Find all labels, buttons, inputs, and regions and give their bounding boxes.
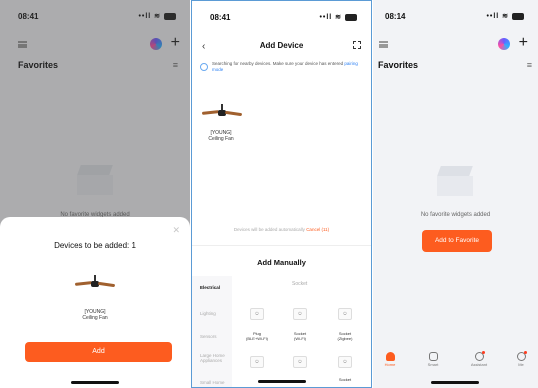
auto-add-text: Devices will be added automatically — [233, 227, 305, 232]
home-indicator — [431, 381, 479, 384]
search-text: Searching for nearby devices. Make sure … — [212, 61, 344, 66]
category-sensors[interactable]: Sensors — [200, 334, 217, 339]
auto-add-note: Devices will be added automatically Canc… — [192, 227, 371, 232]
category-large-home-appliances[interactable]: Large Home Appliances — [200, 353, 230, 363]
socket-label-line2: (Zigbee) — [337, 336, 353, 341]
tab-smart[interactable]: Smart — [418, 352, 448, 367]
tab-label: Smart — [427, 362, 439, 367]
status-icons: ••ll ≋ — [486, 12, 524, 20]
socket-wifi-label[interactable]: Socket (Wi-Fi) — [285, 331, 315, 341]
category-small-home[interactable]: Small Home — [200, 380, 225, 385]
tab-label: Assistant — [470, 362, 488, 367]
close-icon[interactable]: ✕ — [172, 225, 180, 236]
tab-me[interactable]: Me — [506, 351, 536, 367]
socket-device-icon[interactable]: ⏻ — [250, 356, 264, 368]
page-title: Add Device — [259, 41, 304, 50]
search-status-text: Searching for nearby devices. Make sure … — [212, 61, 363, 73]
device-name-line2: Ceiling Fan — [82, 315, 108, 321]
favorites-edit-icon[interactable]: ≡ — [527, 60, 532, 70]
home-indicator — [258, 380, 306, 383]
home-icon — [385, 352, 395, 361]
notification-dot — [524, 351, 527, 354]
signal-wifi-icon: ••ll ≋ — [486, 13, 510, 20]
status-time: 08:14 — [385, 12, 406, 21]
category-electrical[interactable]: Electrical — [200, 285, 220, 290]
cancel-countdown-link[interactable]: Cancel (11) — [306, 227, 329, 232]
notification-dot — [482, 351, 485, 354]
socket-device-icon[interactable]: ⏻ — [338, 356, 352, 368]
socket-label[interactable]: Socket — [330, 377, 360, 382]
socket-device-icon[interactable]: ⏻ — [338, 308, 352, 320]
add-to-favorite-button[interactable]: Add to Favorite — [422, 230, 492, 252]
found-device-line2: Ceiling Fan — [208, 136, 234, 142]
tab-socket[interactable]: Socket — [292, 281, 307, 287]
status-bar: 08:14 ••ll ≋ — [373, 12, 538, 26]
found-device-card[interactable]: [YOUNG] Ceiling Fan — [200, 96, 243, 146]
home-indicator — [71, 381, 119, 384]
add-plus-icon[interactable]: + — [519, 34, 528, 52]
category-sidebar: Electrical Lighting Sensors Large Home A… — [192, 276, 232, 387]
scan-qr-icon[interactable] — [353, 41, 361, 49]
assistant-orb-icon[interactable] — [498, 38, 510, 50]
category-lighting[interactable]: Lighting — [200, 311, 216, 316]
socket-device-icon[interactable]: ⏻ — [293, 356, 307, 368]
device-name: [YOUNG] Ceiling Fan — [65, 309, 125, 321]
tab-label: Me — [518, 362, 524, 367]
screen-add-device: 08:41 ••ll ≋ ‹ Add Device Searching for … — [191, 0, 372, 388]
radar-search-icon — [200, 63, 208, 71]
signal-wifi-icon: ••ll ≋ — [319, 14, 343, 21]
tab-assistant[interactable]: Assistant — [464, 351, 494, 367]
home-menu-icon[interactable] — [379, 41, 388, 48]
empty-favorites-text: No favorite widgets added — [420, 212, 491, 218]
tab-label: Home — [384, 362, 396, 367]
screen-favorites-add-sheet: 08:41 ••ll ≋ + Favorites ≡ No favorite w… — [0, 0, 190, 388]
empty-box-illustration — [435, 166, 475, 196]
battery-icon — [512, 12, 524, 20]
favorites-title: Favorites — [378, 60, 419, 70]
status-icons: ••ll ≋ — [319, 13, 357, 21]
bottom-tab-bar: Home Smart Assistant Me — [373, 351, 538, 372]
socket-device-icon[interactable]: ⏻ — [293, 308, 307, 320]
socket-zigbee-label[interactable]: Socket (Zigbee) — [330, 331, 360, 341]
plug-ble-wifi-label[interactable]: Plug (BLE+Wi-Fi) — [242, 331, 272, 341]
add-manually-title: Add Manually — [257, 258, 306, 267]
devices-to-add-sheet: ✕ Devices to be added: 1 [YOUNG] Ceiling… — [0, 217, 190, 388]
ceiling-fan-icon — [201, 104, 243, 124]
found-device-name: [YOUNG] Ceiling Fan — [200, 130, 242, 142]
sheet-title: Devices to be added: 1 — [54, 241, 136, 250]
top-bar: + — [373, 34, 538, 54]
status-bar: 08:41 ••ll ≋ — [192, 13, 371, 27]
status-time: 08:41 — [210, 13, 231, 22]
ceiling-fan-icon — [74, 275, 116, 295]
add-button[interactable]: Add — [25, 342, 172, 362]
tab-home[interactable]: Home — [375, 352, 405, 367]
socket-label-line2: (Wi-Fi) — [294, 336, 306, 341]
smart-check-icon — [428, 352, 438, 361]
screen-favorites-empty: 08:14 ••ll ≋ + Favorites ≡ No favorite w… — [373, 0, 538, 388]
battery-icon — [345, 13, 357, 21]
section-divider — [192, 245, 371, 246]
plug-label-line2: (BLE+Wi-Fi) — [246, 336, 268, 341]
search-status: Searching for nearby devices. Make sure … — [200, 61, 363, 79]
